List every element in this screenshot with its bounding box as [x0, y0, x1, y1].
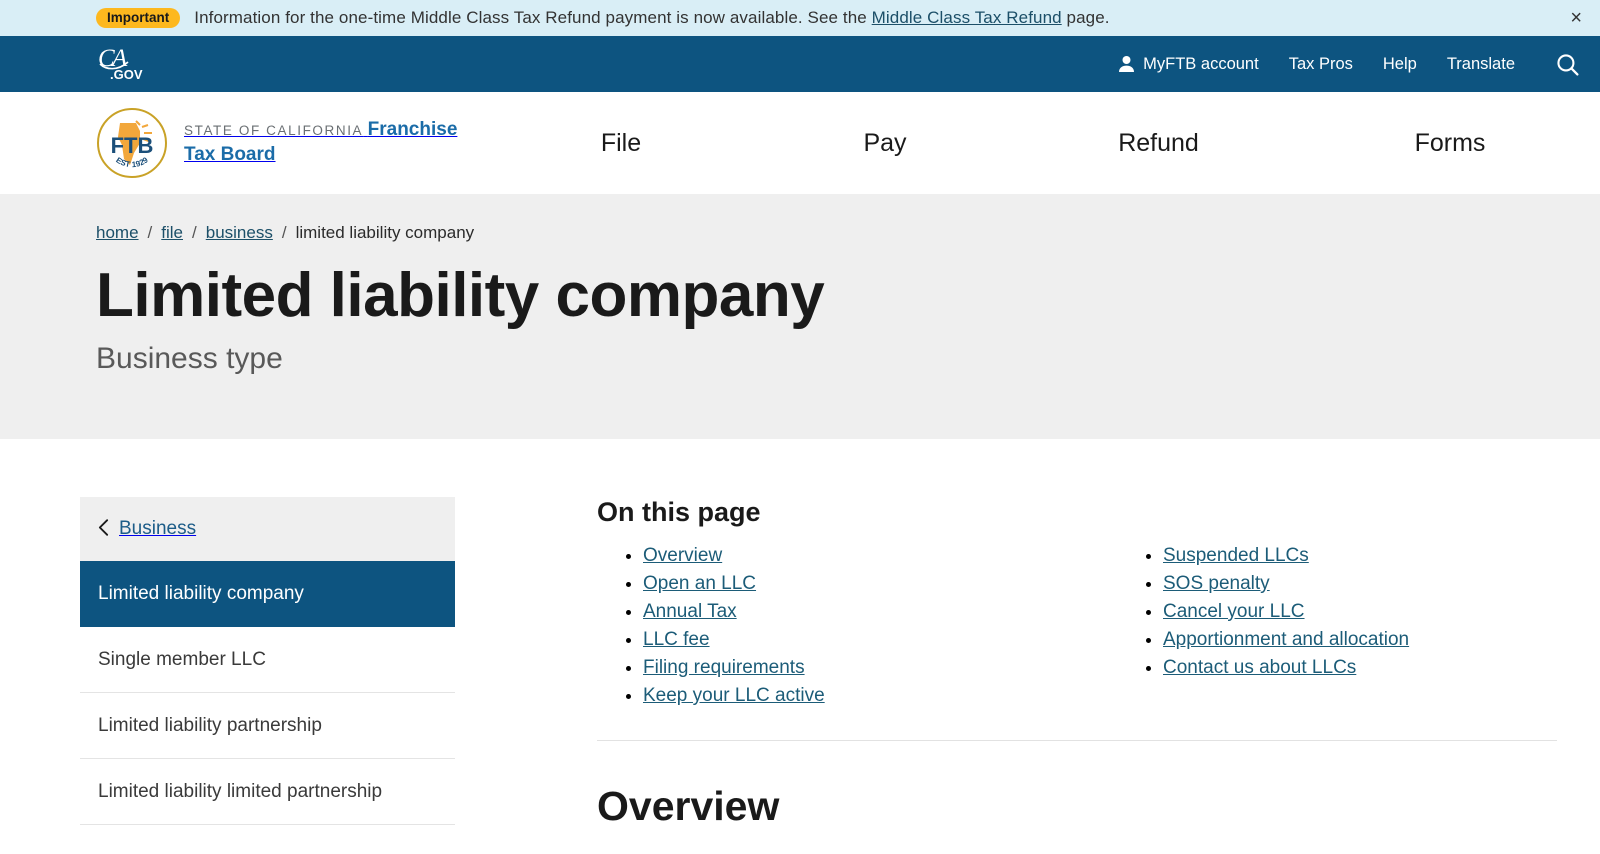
- nav-item-file[interactable]: File: [489, 129, 753, 158]
- list-item: Open an LLC: [643, 570, 1117, 598]
- list-item: Apportionment and allocation: [1163, 626, 1409, 654]
- alert-banner: Important Information for the one-time M…: [0, 0, 1600, 36]
- ftb-seal-icon: FTB EST 1929: [96, 107, 168, 179]
- utility-link-label: Tax Pros: [1288, 54, 1353, 73]
- page-subtitle: Business type: [96, 341, 283, 375]
- breadcrumb-separator: /: [192, 223, 197, 242]
- main-navigation: FTB EST 1929 State of California Franchi…: [0, 92, 1600, 195]
- section-divider: [597, 740, 1557, 741]
- on-this-page-title: On this page: [597, 497, 761, 527]
- person-icon: [1118, 55, 1135, 73]
- chevron-left-icon: [98, 518, 109, 541]
- toc-link-open-an-llc[interactable]: Open an LLC: [643, 573, 756, 594]
- toc-link-filing-requirements[interactable]: Filing requirements: [643, 657, 805, 678]
- breadcrumb-item-file[interactable]: file: [161, 223, 183, 243]
- list-item: SOS penalty: [1163, 570, 1409, 598]
- utility-link-translate[interactable]: Translate: [1447, 55, 1515, 74]
- breadcrumb: home / file / business / limited liabili…: [96, 223, 1600, 243]
- on-this-page-column-1: Overview Open an LLC Annual Tax LLC fee …: [597, 542, 1117, 710]
- ftb-brand-logo[interactable]: FTB EST 1929 State of California Franchi…: [96, 107, 489, 179]
- overview-heading: Overview: [597, 783, 780, 829]
- sidebar-item-limited-liability-company[interactable]: Limited liability company: [80, 561, 455, 627]
- sidebar-item-limited-liability-limited-partnership[interactable]: Limited liability limited partnership: [80, 759, 455, 825]
- page-title: Limited liability company: [96, 261, 825, 330]
- utility-link-label: Help: [1382, 54, 1417, 73]
- cagov-logo[interactable]: C A .GOV: [96, 44, 160, 84]
- nav-item-forms[interactable]: Forms: [1300, 129, 1600, 158]
- toc-link-apportionment-and-allocation[interactable]: Apportionment and allocation: [1163, 629, 1409, 650]
- on-this-page-column-2: Suspended LLCs SOS penalty Cancel your L…: [1117, 542, 1409, 710]
- content-area: Business Limited liability company Singl…: [0, 439, 1600, 830]
- sidebar-back-label: Business: [119, 518, 197, 539]
- brand-text: State of California Franchise Tax Board: [184, 118, 489, 167]
- breadcrumb-item-home[interactable]: home: [96, 223, 139, 243]
- utility-link-label: Translate: [1446, 54, 1515, 73]
- toc-link-overview[interactable]: Overview: [643, 545, 722, 566]
- alert-message: Information for the one-time Middle Clas…: [194, 8, 1109, 28]
- toc-link-keep-your-llc-active[interactable]: Keep your LLC active: [643, 685, 825, 706]
- nav-item-refund[interactable]: Refund: [1017, 129, 1300, 158]
- breadcrumb-separator: /: [147, 223, 153, 242]
- list-item: Keep your LLC active: [643, 682, 1117, 710]
- nav-item-pay[interactable]: Pay: [753, 129, 1017, 158]
- toc-link-cancel-your-llc[interactable]: Cancel your LLC: [1163, 601, 1305, 622]
- middle-class-tax-refund-link[interactable]: Middle Class Tax Refund: [872, 8, 1062, 27]
- breadcrumb-item-business[interactable]: business: [206, 223, 273, 243]
- sidebar-navigation: Business Limited liability company Singl…: [80, 497, 455, 830]
- utility-bar: C A .GOV MyFTB account Tax Pros Help Tra…: [0, 36, 1600, 92]
- utility-links: MyFTB account Tax Pros Help Translate: [1118, 52, 1582, 77]
- utility-link-help[interactable]: Help: [1383, 55, 1417, 74]
- toc-link-suspended-llcs[interactable]: Suspended LLCs: [1163, 545, 1309, 566]
- toc-link-contact-us-about-llcs[interactable]: Contact us about LLCs: [1163, 657, 1356, 678]
- list-item: Annual Tax: [643, 598, 1117, 626]
- alert-badge: Important: [96, 7, 181, 29]
- list-item: Contact us about LLCs: [1163, 654, 1409, 682]
- svg-text:.GOV: .GOV: [110, 67, 143, 82]
- list-item: Suspended LLCs: [1163, 542, 1409, 570]
- on-this-page-links: Overview Open an LLC Annual Tax LLC fee …: [597, 542, 1557, 710]
- svg-text:FTB: FTB: [111, 133, 154, 158]
- list-item: LLC fee: [643, 626, 1117, 654]
- close-icon[interactable]: ×: [1570, 8, 1582, 28]
- toc-link-annual-tax[interactable]: Annual Tax: [643, 601, 737, 622]
- alert-text-before: Information for the one-time Middle Clas…: [194, 8, 867, 27]
- breadcrumb-item-current: limited liability company: [295, 223, 475, 242]
- main-content: On this page Overview Open an LLC Annual…: [597, 497, 1557, 830]
- list-item: Filing requirements: [643, 654, 1117, 682]
- alert-text-after: page.: [1066, 8, 1110, 27]
- utility-link-tax-pros[interactable]: Tax Pros: [1289, 55, 1353, 74]
- utility-link-label: MyFTB account: [1143, 54, 1259, 73]
- nav-items: File Pay Refund Forms: [489, 129, 1600, 158]
- page-hero: home / file / business / limited liabili…: [0, 195, 1600, 439]
- breadcrumb-separator: /: [281, 223, 287, 242]
- sidebar-item-single-member-llc[interactable]: Single member LLC: [80, 627, 455, 693]
- search-icon[interactable]: [1545, 52, 1582, 77]
- list-item: Overview: [643, 542, 1117, 570]
- toc-link-sos-penalty[interactable]: SOS penalty: [1163, 573, 1270, 594]
- utility-link-myftb-account[interactable]: MyFTB account: [1118, 55, 1259, 74]
- sidebar-item-limited-liability-partnership[interactable]: Limited liability partnership: [80, 693, 455, 759]
- toc-link-llc-fee[interactable]: LLC fee: [643, 629, 710, 650]
- list-item: Cancel your LLC: [1163, 598, 1409, 626]
- sidebar-back-business[interactable]: Business: [80, 497, 455, 561]
- brand-line1: State of California: [184, 123, 364, 139]
